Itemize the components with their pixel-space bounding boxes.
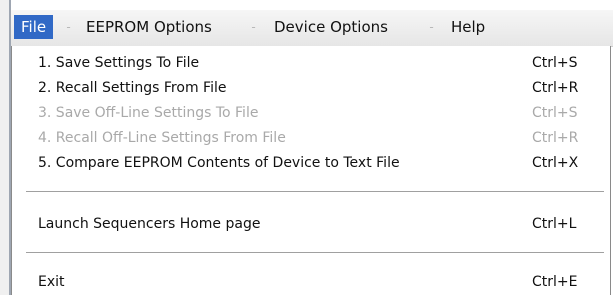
menu-item-label: 1. Save Settings To File: [38, 55, 200, 71]
menu-file[interactable]: File: [14, 15, 54, 39]
menu-item-shortcut: Ctrl+R: [532, 130, 579, 146]
menu-item-save-offline-settings: 3. Save Off-Line Settings To File Ctrl+S: [12, 101, 610, 125]
menu-item-shortcut: Ctrl+E: [532, 274, 578, 290]
menu-divider: [26, 252, 604, 254]
menu-separator: -: [429, 20, 434, 34]
menu-item-label: 2. Recall Settings From File: [38, 80, 227, 96]
menu-divider: [26, 191, 604, 193]
menu-device-options[interactable]: Device Options: [267, 15, 395, 39]
menu-eeprom-options[interactable]: EEPROM Options: [79, 15, 219, 39]
menu-separator: -: [66, 20, 71, 34]
window-left-edge: [0, 0, 9, 295]
menu-item-label: 4. Recall Off-Line Settings From File: [38, 130, 286, 146]
menu-item-recall-offline-settings: 4. Recall Off-Line Settings From File Ct…: [12, 126, 610, 150]
menu-bar: File - EEPROM Options - Device Options -…: [11, 10, 613, 47]
menu-item-shortcut: Ctrl+S: [532, 55, 578, 71]
menu-item-recall-settings[interactable]: 2. Recall Settings From File Ctrl+R: [12, 76, 610, 100]
menu-item-label: 3. Save Off-Line Settings To File: [38, 105, 259, 121]
menu-item-shortcut: Ctrl+L: [532, 216, 577, 232]
menu-item-shortcut: Ctrl+S: [532, 105, 578, 121]
menu-item-launch-home-page[interactable]: Launch Sequencers Home page Ctrl+L: [12, 212, 610, 236]
menu-item-exit[interactable]: Exit Ctrl+E: [12, 270, 610, 294]
file-menu-dropdown: 1. Save Settings To File Ctrl+S 2. Recal…: [11, 46, 611, 295]
menu-separator: -: [251, 20, 256, 34]
menu-help[interactable]: Help: [444, 15, 492, 39]
menu-item-shortcut: Ctrl+X: [532, 155, 579, 171]
menu-item-compare-eeprom[interactable]: 5. Compare EEPROM Contents of Device to …: [12, 151, 610, 175]
application-window: File - EEPROM Options - Device Options -…: [0, 0, 613, 295]
menu-item-save-settings[interactable]: 1. Save Settings To File Ctrl+S: [12, 51, 610, 75]
menu-item-label: Exit: [38, 274, 65, 290]
menu-item-label: 5. Compare EEPROM Contents of Device to …: [38, 155, 400, 171]
menu-item-label: Launch Sequencers Home page: [38, 216, 261, 232]
menu-item-shortcut: Ctrl+R: [532, 80, 579, 96]
